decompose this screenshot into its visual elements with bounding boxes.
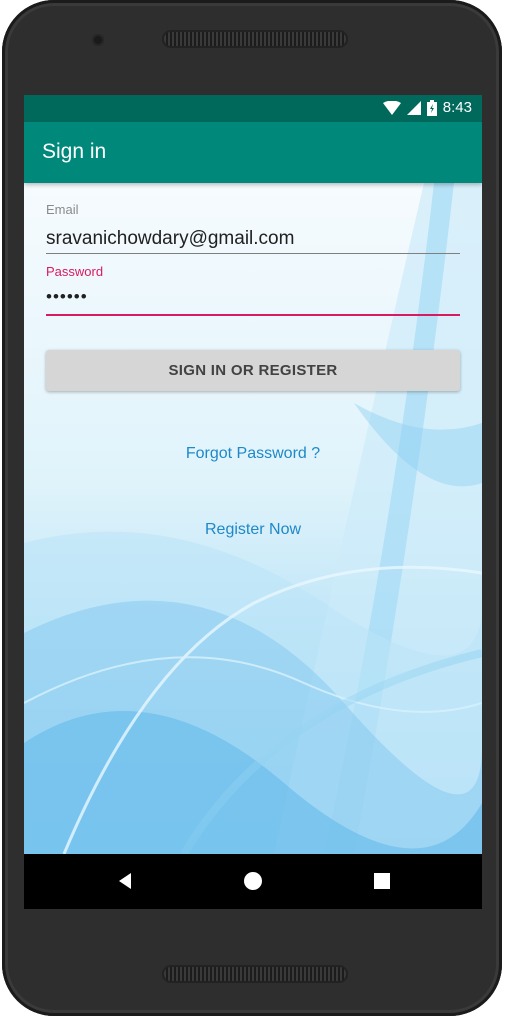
email-field[interactable]: sravanichowdary@gmail.com (46, 228, 294, 250)
password-field[interactable]: •••••• (46, 287, 88, 307)
home-icon[interactable] (242, 870, 264, 892)
recents-icon[interactable] (371, 870, 393, 892)
sign-in-or-register-button[interactable]: SIGN IN OR REGISTER (46, 350, 460, 391)
app-bar: Sign in (24, 122, 482, 183)
page-title: Sign in (42, 140, 107, 163)
sign-in-content: Email sravanichowdary@gmail.com Password… (24, 183, 482, 854)
email-underline (46, 253, 460, 254)
top-speaker-grille (162, 30, 348, 48)
back-icon[interactable] (114, 870, 136, 892)
email-label: Email (46, 202, 79, 217)
password-label: Password (46, 264, 104, 279)
status-time: 8:43 (442, 99, 472, 116)
forgot-password-link[interactable]: Forgot Password ? (24, 445, 482, 463)
navigation-bar (24, 854, 482, 909)
cell-signal-icon (406, 100, 421, 115)
emulator-window: 8:43 Sign in Email sravanichowdary@gmail… (0, 0, 509, 1016)
register-now-link[interactable]: Register Now (24, 521, 482, 539)
front-camera (92, 34, 104, 46)
phone-frame: 8:43 Sign in Email sravanichowdary@gmail… (2, 0, 502, 1016)
password-underline (46, 314, 460, 316)
ide-background-fragment (503, 0, 509, 18)
device-screen: 8:43 Sign in Email sravanichowdary@gmail… (24, 95, 482, 909)
wifi-icon (382, 100, 401, 115)
status-icons: 8:43 (382, 99, 472, 116)
background-wave-art (24, 183, 482, 854)
bottom-speaker-grille (162, 965, 348, 983)
battery-charging-icon (426, 99, 437, 116)
status-bar: 8:43 (24, 95, 482, 122)
